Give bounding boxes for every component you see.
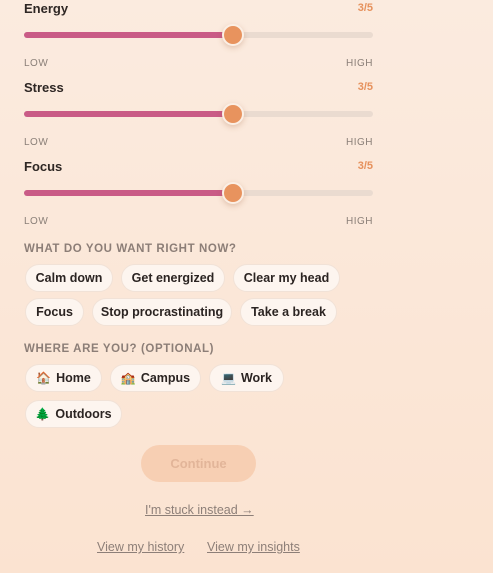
focus-high-label: HIGH — [346, 216, 373, 227]
want-chip-clear-my-head[interactable]: Clear my head — [233, 264, 340, 292]
want-chip-get-energized[interactable]: Get energized — [121, 264, 225, 292]
energy-low-label: LOW — [24, 58, 49, 69]
focus-slider-group: Focus 3/5 LOW HIGH — [24, 159, 373, 227]
chip-label: Stop procrastinating — [100, 305, 224, 319]
focus-slider-track[interactable] — [24, 182, 373, 204]
focus-slider-fill — [24, 190, 234, 196]
focus-header: Focus 3/5 — [24, 159, 373, 175]
energy-slider-group: Energy 3/5 LOW HIGH — [24, 1, 373, 69]
chip-label: Take a break — [251, 305, 326, 319]
chip-label: Campus — [140, 371, 191, 385]
energy-slider-track[interactable] — [24, 24, 373, 46]
where-section-title: WHERE ARE YOU? (OPTIONAL) — [24, 343, 215, 355]
stress-low-label: LOW — [24, 137, 49, 148]
energy-high-label: HIGH — [346, 58, 373, 69]
continue-button[interactable]: Continue — [141, 445, 256, 482]
where-chip-home[interactable]: 🏠 Home — [25, 364, 102, 392]
where-chip-outdoors[interactable]: 🌲 Outdoors — [25, 400, 122, 428]
stress-header: Stress 3/5 — [24, 80, 373, 96]
chip-label: Focus — [36, 305, 73, 319]
want-section-title: WHAT DO YOU WANT RIGHT NOW? — [24, 243, 237, 255]
chip-label: Outdoors — [55, 407, 112, 421]
focus-slider-thumb[interactable] — [222, 182, 245, 204]
tree-icon: 🌲 — [35, 407, 51, 421]
chip-label: Home — [56, 371, 91, 385]
want-chip-calm-down[interactable]: Calm down — [25, 264, 113, 292]
energy-label: Energy — [24, 1, 69, 16]
laptop-icon: 💻 — [221, 371, 236, 385]
energy-value: 3/5 — [357, 2, 373, 14]
chip-label: Clear my head — [243, 271, 330, 285]
stress-slider-track[interactable] — [24, 103, 373, 125]
school-icon: 🏫 — [120, 371, 136, 385]
stress-high-label: HIGH — [346, 137, 373, 148]
stress-slider-fill — [24, 111, 234, 117]
focus-value: 3/5 — [357, 160, 373, 172]
insights-link[interactable]: View my insights — [207, 540, 300, 554]
stress-value: 3/5 — [357, 81, 373, 93]
energy-slider-fill — [24, 32, 234, 38]
home-icon: 🏠 — [36, 371, 52, 385]
where-chip-work[interactable]: 💻 Work — [209, 364, 284, 392]
stuck-link[interactable]: I'm stuck instead → — [145, 503, 254, 517]
stress-label: Stress — [24, 80, 64, 95]
stress-slider-thumb[interactable] — [222, 103, 245, 125]
chip-label: Calm down — [35, 271, 103, 285]
chip-label: Work — [240, 371, 272, 385]
stress-slider-group: Stress 3/5 LOW HIGH — [24, 80, 373, 148]
energy-header: Energy 3/5 — [24, 1, 373, 17]
history-link[interactable]: View my history — [97, 540, 184, 554]
want-chip-focus[interactable]: Focus — [25, 298, 84, 326]
want-chip-stop-procrastinating[interactable]: Stop procrastinating — [92, 298, 232, 326]
where-chip-campus[interactable]: 🏫 Campus — [110, 364, 201, 392]
energy-slider-thumb[interactable] — [222, 24, 245, 46]
want-chip-take-a-break[interactable]: Take a break — [240, 298, 337, 326]
focus-label: Focus — [24, 159, 63, 174]
chip-label: Get energized — [131, 271, 215, 285]
focus-low-label: LOW — [24, 216, 49, 227]
